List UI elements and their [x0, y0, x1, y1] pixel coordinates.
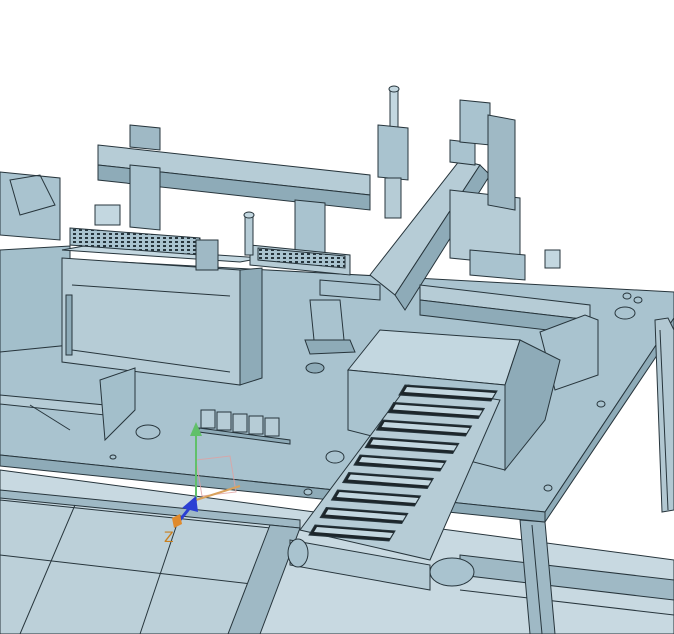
- cad-3d-viewport[interactable]: Z: [0, 0, 674, 634]
- triad-z-label: Z: [164, 530, 174, 546]
- assembly-model: Z: [0, 85, 674, 634]
